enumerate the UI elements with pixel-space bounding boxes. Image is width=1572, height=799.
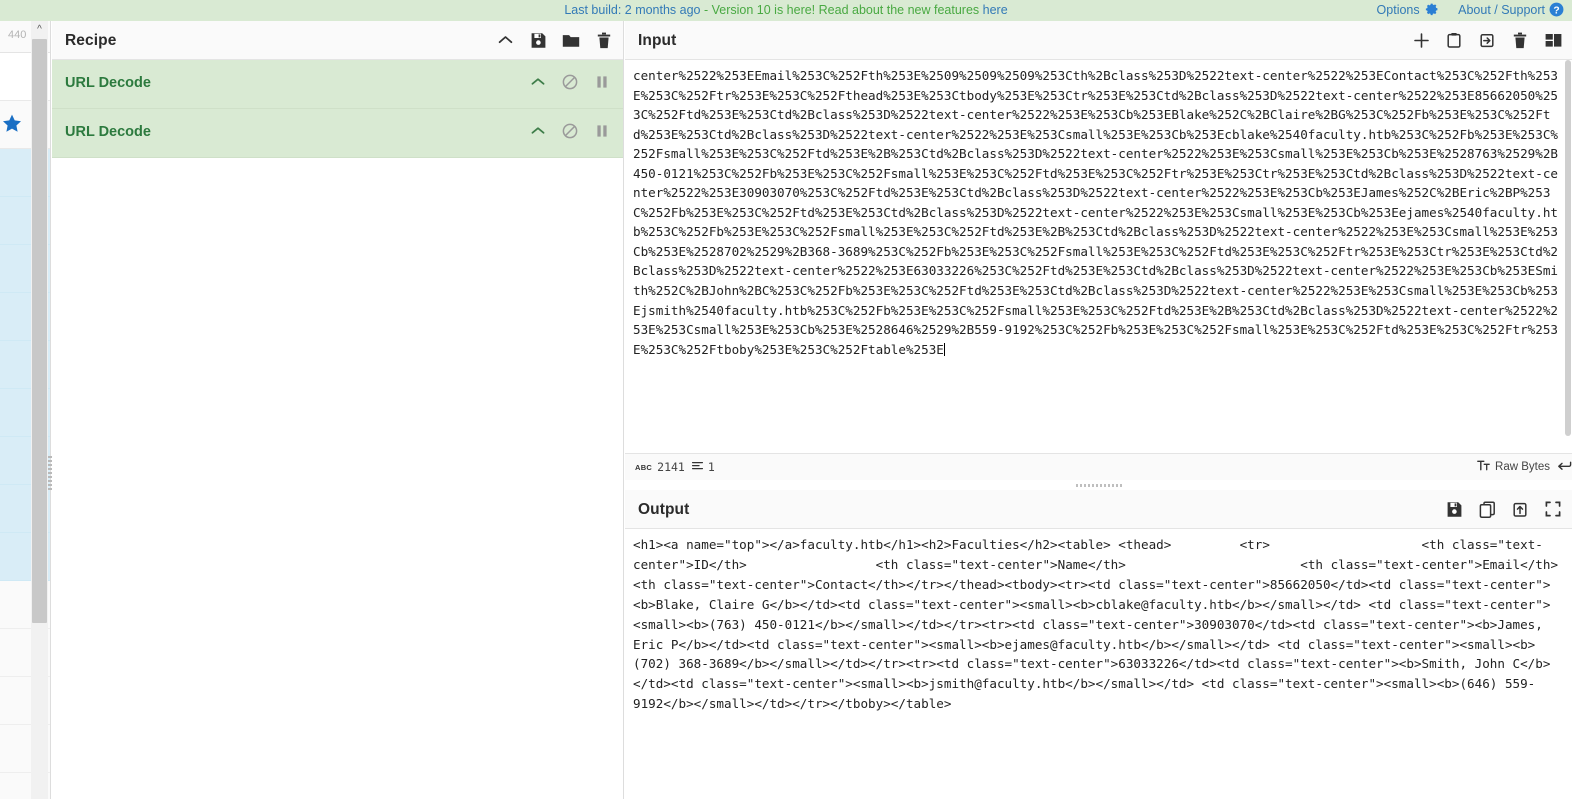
- disable-operation-icon[interactable]: [562, 73, 578, 91]
- recipe-operation-name: URL Decode: [65, 124, 151, 140]
- line-count-icon: [691, 461, 703, 474]
- output-title: Output: [638, 501, 690, 518]
- load-recipe-icon[interactable]: [561, 29, 581, 51]
- collapse-icon[interactable]: [495, 29, 515, 51]
- input-title: Input: [638, 32, 677, 49]
- input-status-bar: ABC 2141 1 Raw Bytes: [625, 453, 1572, 480]
- copy-output-icon[interactable]: [1477, 498, 1497, 520]
- recipe-panel: Recipe URL Decode URL Decode: [52, 21, 624, 799]
- output-controls: [1444, 498, 1563, 520]
- scroll-up-icon[interactable]: ^: [31, 21, 48, 38]
- breakpoint-icon[interactable]: [594, 73, 610, 91]
- recipe-operation-controls: [530, 73, 610, 91]
- operations-scrollbar[interactable]: ^: [31, 21, 48, 799]
- character-count-icon: ABC: [635, 462, 653, 472]
- clear-recipe-icon[interactable]: [594, 29, 614, 51]
- recipe-operations-list[interactable]: URL Decode URL Decode: [52, 60, 623, 799]
- star-icon: [0, 112, 24, 136]
- input-line-ending-group[interactable]: [1557, 460, 1572, 474]
- splitter-grip-icon: [1075, 484, 1122, 487]
- open-folder-icon[interactable]: [1477, 29, 1497, 51]
- input-status-right: Raw Bytes: [1477, 460, 1572, 474]
- text-cursor: [943, 342, 945, 356]
- input-lines-value: 1: [707, 460, 715, 474]
- hide-args-icon[interactable]: [530, 73, 546, 91]
- output-title-bar: Output: [625, 490, 1572, 529]
- input-lines-group: 1: [691, 460, 715, 474]
- top-banner: Last build: 2 months ago - Version 10 is…: [0, 0, 1572, 21]
- app-body: 440 ^ Recipe URL Decode URL Decode Input…: [0, 21, 1572, 799]
- banner-version-text: Version 10 is here! Read about the new f…: [711, 3, 983, 17]
- recipe-controls: [495, 29, 614, 51]
- save-recipe-icon[interactable]: [528, 29, 548, 51]
- io-column: Input center%2522%253EEmail%253C%252Fth%…: [625, 21, 1572, 799]
- svg-text:?: ?: [1553, 5, 1559, 16]
- scrollbar-thumb[interactable]: [1565, 60, 1571, 436]
- line-ending-icon: [1557, 460, 1572, 474]
- scrollbar-thumb[interactable]: [32, 39, 47, 623]
- hide-args-icon[interactable]: [530, 122, 546, 140]
- input-controls: [1411, 29, 1563, 51]
- banner-message: Last build: 2 months ago - Version 10 is…: [0, 0, 1572, 21]
- maximise-output-icon[interactable]: [1543, 498, 1563, 520]
- input-panel: Input center%2522%253EEmail%253C%252Fth%…: [625, 21, 1572, 480]
- recipe-operation-name: URL Decode: [65, 75, 151, 91]
- banner-separator: -: [700, 3, 712, 17]
- last-build-link[interactable]: Last build: 2 months ago: [564, 3, 700, 17]
- input-encoding-group[interactable]: Raw Bytes: [1477, 460, 1550, 474]
- io-splitter[interactable]: [625, 480, 1572, 490]
- save-output-icon[interactable]: [1444, 498, 1464, 520]
- input-encoding-value: Raw Bytes: [1495, 461, 1550, 473]
- clear-input-icon[interactable]: [1510, 29, 1530, 51]
- recipe-operation[interactable]: URL Decode: [52, 60, 623, 109]
- character-encoding-icon: [1477, 460, 1490, 474]
- recipe-title-bar: Recipe: [52, 21, 623, 60]
- recipe-operation[interactable]: URL Decode: [52, 109, 623, 158]
- input-length-group: ABC 2141: [635, 460, 685, 474]
- output-editor[interactable]: <h1><a name="top"></a>faculty.htb</h1><h…: [625, 529, 1572, 799]
- about-label: About / Support: [1458, 3, 1545, 17]
- replace-input-icon[interactable]: [1510, 498, 1530, 520]
- operations-count: 440: [8, 29, 27, 41]
- add-input-tab-icon[interactable]: [1411, 29, 1431, 51]
- reset-pane-layout-icon[interactable]: [1543, 29, 1563, 51]
- input-scrollbar[interactable]: [1564, 60, 1572, 453]
- new-features-link[interactable]: here: [983, 3, 1008, 17]
- recipe-title: Recipe: [65, 32, 117, 49]
- input-status-left: ABC 2141 1: [635, 460, 715, 474]
- breakpoint-icon[interactable]: [594, 122, 610, 140]
- output-text[interactable]: <h1><a name="top"></a>faculty.htb</h1><h…: [625, 529, 1572, 714]
- input-title-bar: Input: [625, 21, 1572, 60]
- input-length-value: 2141: [657, 460, 685, 474]
- input-text[interactable]: center%2522%253EEmail%253C%252Fth%253E%2…: [625, 60, 1572, 359]
- options-label: Options: [1376, 3, 1420, 17]
- open-file-icon[interactable]: [1444, 29, 1464, 51]
- input-editor[interactable]: center%2522%253EEmail%253C%252Fth%253E%2…: [625, 60, 1572, 453]
- operations-panel: 440 ^: [0, 21, 51, 799]
- recipe-operation-controls: [530, 122, 610, 140]
- disable-operation-icon[interactable]: [562, 122, 578, 140]
- output-panel: Output <h1><a name="top"></a>faculty.htb…: [625, 490, 1572, 799]
